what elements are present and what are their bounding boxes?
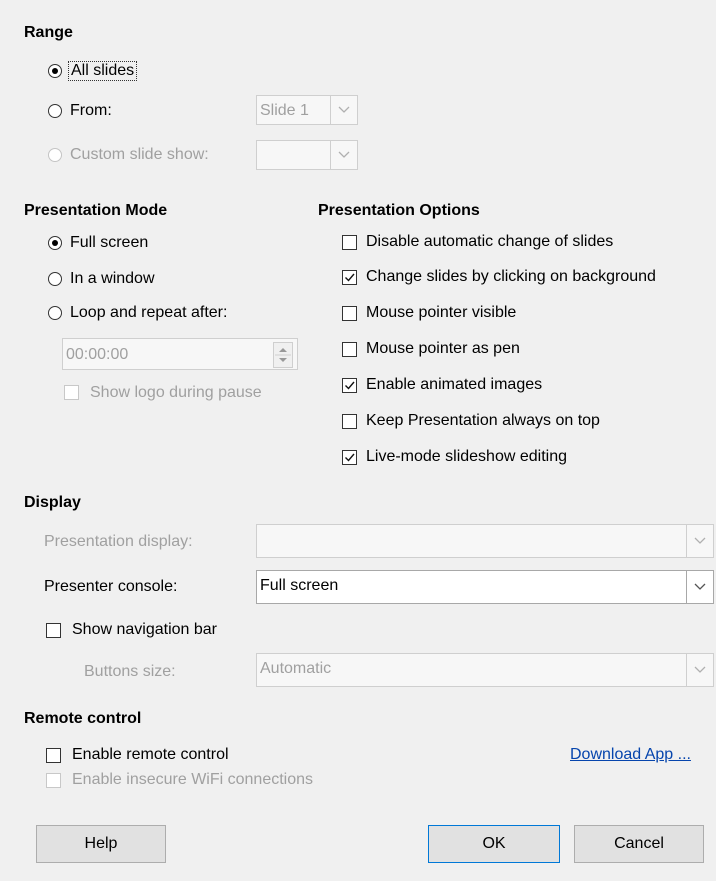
loop-time-spinbox[interactable]: 00:00:00 (62, 338, 298, 370)
buttons-size-label: Buttons size: (84, 663, 176, 680)
checkmark-icon (345, 381, 355, 390)
full-screen-radio[interactable] (48, 236, 62, 250)
loop-radio[interactable] (48, 306, 62, 320)
chevron-down-icon (686, 571, 713, 603)
option-label[interactable]: Enable animated images (366, 376, 542, 394)
loop-time-value: 00:00:00 (66, 346, 129, 363)
option-checkbox[interactable] (342, 270, 357, 285)
ok-button[interactable]: OK (428, 825, 560, 863)
option-checkbox[interactable] (342, 342, 357, 357)
cancel-button[interactable]: Cancel (574, 825, 704, 863)
option-label[interactable]: Live-mode slideshow editing (366, 448, 567, 466)
checkmark-icon (345, 453, 355, 462)
enable-insecure-wifi-checkbox[interactable] (46, 773, 61, 788)
from-slide-value: Slide 1 (260, 102, 309, 119)
spin-arrows-icon[interactable] (273, 342, 293, 368)
option-checkbox[interactable] (342, 306, 357, 321)
option-checkbox[interactable] (342, 235, 357, 250)
option-label[interactable]: Mouse pointer as pen (366, 340, 520, 358)
option-label[interactable]: Disable automatic change of slides (366, 233, 613, 251)
option-label[interactable]: Mouse pointer visible (366, 304, 516, 322)
in-window-radio[interactable] (48, 272, 62, 286)
presentation-options-heading: Presentation Options (318, 202, 480, 219)
presentation-display-label: Presentation display: (44, 533, 193, 550)
remote-control-heading: Remote control (24, 710, 142, 727)
show-logo-checkbox[interactable] (64, 385, 79, 400)
enable-insecure-wifi-label: Enable insecure WiFi connections (72, 771, 314, 788)
chevron-down-icon (330, 141, 357, 169)
custom-show-select[interactable] (256, 140, 358, 170)
show-logo-label: Show logo during pause (90, 384, 262, 401)
custom-show-label: Custom slide show: (70, 146, 209, 163)
range-heading: Range (24, 24, 73, 41)
from-radio[interactable] (48, 104, 62, 118)
presenter-console-label: Presenter console: (44, 578, 178, 595)
custom-show-radio[interactable] (48, 148, 62, 162)
in-window-label[interactable]: In a window (70, 270, 155, 288)
option-label[interactable]: Change slides by clicking on background (366, 268, 656, 286)
full-screen-label[interactable]: Full screen (70, 234, 148, 252)
all-slides-radio[interactable] (48, 64, 62, 78)
chevron-down-icon (330, 96, 357, 124)
presentation-mode-heading: Presentation Mode (24, 202, 168, 219)
buttons-size-value: Automatic (260, 660, 332, 677)
checkmark-icon (345, 273, 355, 282)
presenter-console-select[interactable]: Full screen (256, 570, 714, 604)
from-label[interactable]: From: (70, 102, 112, 120)
show-nav-bar-checkbox[interactable] (46, 623, 61, 638)
show-nav-bar-label[interactable]: Show navigation bar (72, 621, 217, 639)
loop-label[interactable]: Loop and repeat after: (70, 304, 227, 322)
option-label[interactable]: Keep Presentation always on top (366, 412, 600, 430)
buttons-size-select[interactable]: Automatic (256, 653, 714, 687)
enable-remote-checkbox[interactable] (46, 748, 61, 763)
option-checkbox[interactable] (342, 450, 357, 465)
display-heading: Display (24, 494, 81, 511)
option-checkbox[interactable] (342, 414, 357, 429)
presentation-display-select[interactable] (256, 524, 714, 558)
download-app-link[interactable]: Download App ... (570, 746, 691, 764)
presenter-console-value: Full screen (260, 577, 339, 594)
chevron-down-icon (686, 525, 713, 557)
all-slides-label[interactable]: All slides (68, 61, 138, 81)
from-slide-select[interactable]: Slide 1 (256, 95, 358, 125)
chevron-down-icon (686, 654, 713, 686)
help-button[interactable]: Help (36, 825, 166, 863)
enable-remote-label[interactable]: Enable remote control (72, 746, 229, 764)
option-checkbox[interactable] (342, 378, 357, 393)
